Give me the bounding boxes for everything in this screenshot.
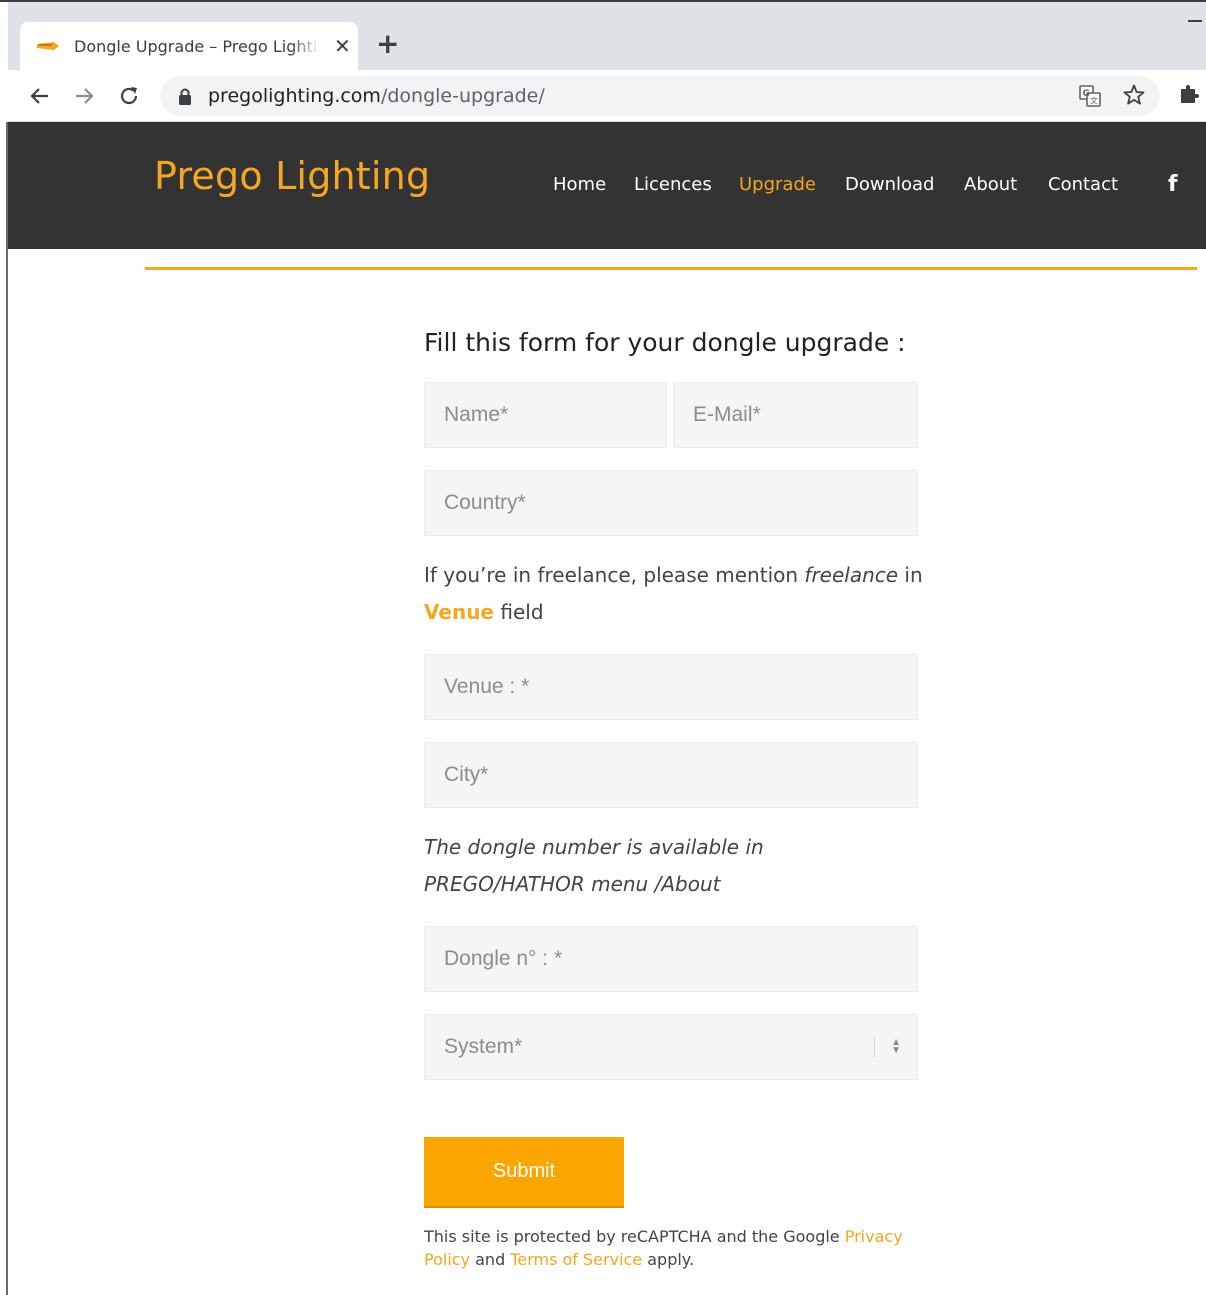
city-placeholder: City* (444, 763, 489, 786)
venue-link: Venue (424, 600, 494, 624)
tab-title: Dongle Upgrade – Prego Lighting (74, 36, 320, 56)
privacy-policy-link[interactable]: Privacy (845, 1227, 903, 1246)
freelance-note-prefix: If you’re in freelance, please mention (424, 563, 805, 587)
nav-home[interactable]: Home (553, 174, 606, 195)
tab-strip: Dongle Upgrade – Prego Lighting ✕ + (8, 2, 1206, 70)
system-selected-value: System* (444, 1035, 523, 1058)
prego-favicon-icon (36, 39, 60, 53)
country-placeholder: Country* (444, 491, 526, 514)
name-placeholder: Name* (444, 403, 509, 426)
address-bar[interactable]: pregolighting.com/dongle-upgrade/ G文 (160, 76, 1160, 116)
new-tab-icon[interactable]: + (376, 30, 399, 58)
nav-contact[interactable]: Contact (1048, 174, 1118, 195)
form-title: Fill this form for your dongle upgrade : (424, 328, 906, 357)
dongle-note-line2: PREGO/HATHOR menu /About (424, 872, 721, 896)
freelance-note: If you’re in freelance, please mention f… (424, 557, 923, 631)
dongle-note: The dongle number is available in PREGO/… (424, 829, 764, 903)
venue-input[interactable]: Venue : * (424, 654, 918, 720)
site-header: Prego Lighting Home Licences Upgrade Dow… (8, 122, 1206, 249)
select-separator (874, 1037, 875, 1057)
lock-icon[interactable] (178, 88, 192, 110)
svg-text:文: 文 (1090, 96, 1098, 106)
back-arrow-icon[interactable] (26, 82, 54, 110)
url-host: pregolighting.com (208, 85, 381, 107)
submit-button[interactable]: Submit (424, 1137, 624, 1208)
email-placeholder: E-Mail* (693, 403, 761, 426)
recaptcha-text: This site is protected by reCAPTCHA and … (424, 1227, 845, 1246)
nav-download[interactable]: Download (845, 174, 934, 195)
nav-licences[interactable]: Licences (634, 174, 712, 195)
dongle-placeholder: Dongle n° : * (444, 947, 563, 970)
freelance-note-suffix: in (898, 563, 923, 587)
name-input[interactable]: Name* (424, 382, 667, 448)
nav-upgrade[interactable]: Upgrade (739, 174, 816, 195)
recaptcha-and: and (470, 1250, 511, 1269)
nav-about[interactable]: About (964, 174, 1017, 195)
site-logo[interactable]: Prego Lighting (154, 154, 430, 198)
recaptcha-apply: apply. (642, 1250, 695, 1269)
privacy-policy-link-cont[interactable]: Policy (424, 1250, 470, 1269)
recaptcha-notice: This site is protected by reCAPTCHA and … (424, 1225, 903, 1271)
tab-close-icon[interactable]: ✕ (334, 36, 351, 56)
url-path: /dongle-upgrade/ (380, 85, 545, 107)
venue-placeholder: Venue : * (444, 675, 530, 698)
venue-note-suffix: field (494, 600, 544, 624)
select-arrows-icon: ▲ ▼ (891, 1037, 901, 1056)
city-input[interactable]: City* (424, 742, 918, 808)
country-input[interactable]: Country* (424, 470, 918, 536)
system-select[interactable]: System* ▲ ▼ (424, 1014, 918, 1080)
window-left-border (6, 122, 8, 1295)
extensions-icon[interactable] (1178, 82, 1202, 111)
browser-tab[interactable]: Dongle Upgrade – Prego Lighting ✕ (20, 22, 358, 70)
dongle-number-input[interactable]: Dongle n° : * (424, 926, 918, 992)
reload-icon[interactable] (115, 82, 143, 110)
email-input[interactable]: E-Mail* (673, 382, 918, 448)
forward-arrow-icon[interactable] (70, 82, 98, 110)
header-divider (145, 267, 1197, 270)
freelance-note-emphasis: freelance (804, 563, 899, 587)
translate-icon[interactable]: G文 (1078, 84, 1102, 113)
terms-of-service-link[interactable]: Terms of Service (510, 1250, 642, 1269)
url-text[interactable]: pregolighting.com/dongle-upgrade/ (208, 85, 545, 107)
svg-text:G: G (1083, 89, 1090, 99)
star-icon[interactable] (1122, 83, 1146, 112)
dongle-note-line1: The dongle number is available in (424, 835, 764, 859)
browser-toolbar: pregolighting.com/dongle-upgrade/ G文 (8, 70, 1206, 122)
facebook-icon[interactable]: f (1168, 172, 1178, 197)
window-minimize-icon[interactable] (1188, 20, 1202, 22)
